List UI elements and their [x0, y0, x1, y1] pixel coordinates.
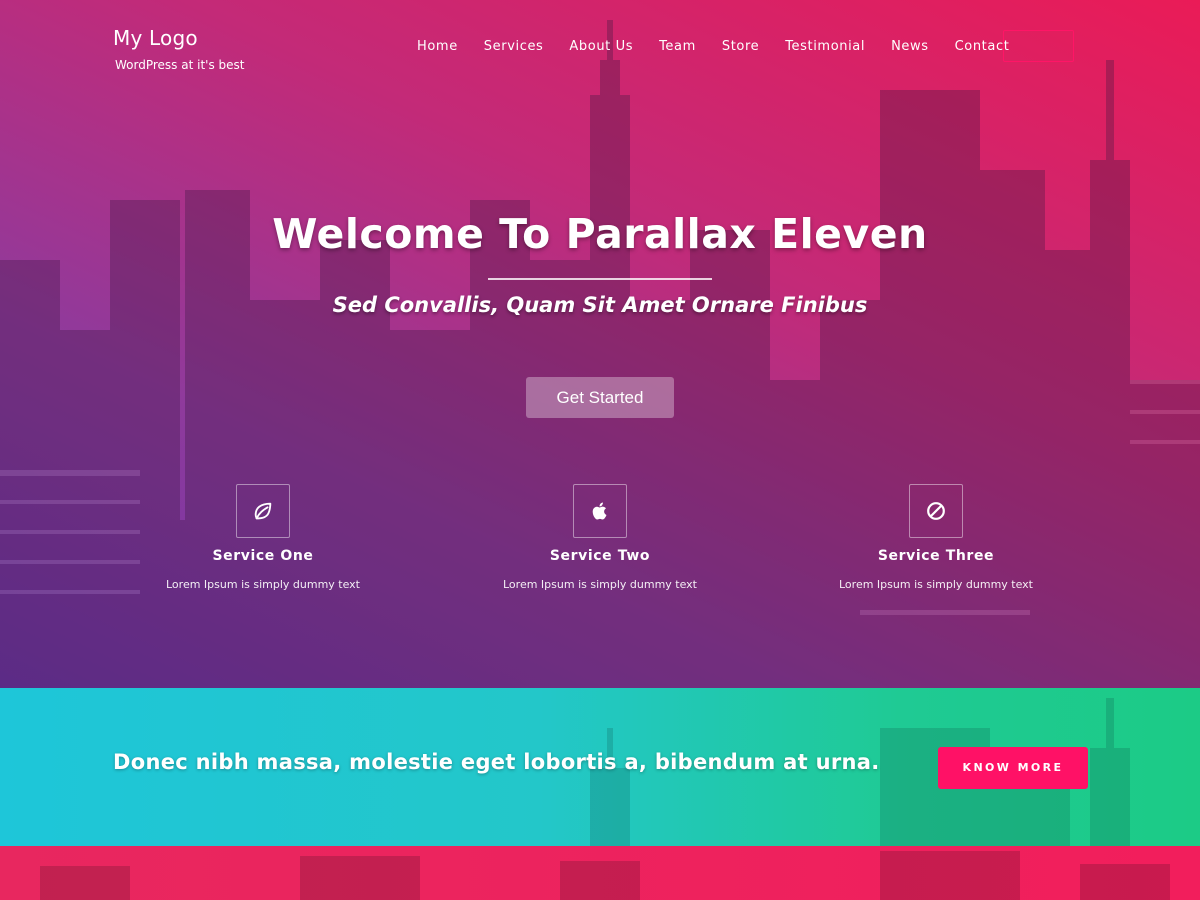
nav-services[interactable]: Services: [484, 38, 544, 56]
nav-team[interactable]: Team: [659, 38, 696, 56]
service-three[interactable]: Service Three Lorem Ipsum is simply dumm…: [806, 484, 1066, 591]
logo-title[interactable]: My Logo: [113, 26, 198, 50]
nav-news[interactable]: News: [891, 38, 929, 56]
leaf-icon: [236, 484, 290, 538]
nav-testimonial[interactable]: Testimonial: [785, 38, 865, 56]
service-title: Service One: [212, 548, 314, 564]
apple-icon: [573, 484, 627, 538]
strip-skyline-background: [40, 851, 1170, 900]
main-nav: Home Services About Us Team Store Testim…: [417, 38, 1035, 56]
next-section-strip: [0, 846, 1200, 900]
hero-divider: [488, 278, 712, 280]
know-more-button[interactable]: KNOW MORE: [938, 747, 1088, 789]
hero-title: Welcome To Parallax Eleven: [272, 210, 928, 258]
hero-subtitle: Sed Convallis, Quam Sit Amet Ornare Fini…: [332, 293, 868, 317]
service-one[interactable]: Service One Lorem Ipsum is simply dummy …: [133, 484, 393, 591]
ban-icon: [909, 484, 963, 538]
nav-about-us[interactable]: About Us: [569, 38, 633, 56]
callout-band: Donec nibh massa, molestie eget lobortis…: [0, 688, 1200, 846]
service-desc: Lorem Ipsum is simply dummy text: [503, 578, 697, 591]
nav-home[interactable]: Home: [417, 38, 458, 56]
get-started-button[interactable]: Get Started: [526, 377, 674, 418]
service-desc: Lorem Ipsum is simply dummy text: [166, 578, 360, 591]
nav-store[interactable]: Store: [722, 38, 759, 56]
service-desc: Lorem Ipsum is simply dummy text: [839, 578, 1033, 591]
header-outline-button[interactable]: [1003, 30, 1074, 62]
service-title: Service Three: [877, 548, 995, 564]
callout-text: Donec nibh massa, molestie eget lobortis…: [113, 750, 880, 774]
logo-tagline: WordPress at it's best: [115, 58, 245, 72]
hero-section: My Logo WordPress at it's best Home Serv…: [0, 0, 1200, 688]
service-two[interactable]: Service Two Lorem Ipsum is simply dummy …: [470, 484, 730, 591]
nav-contact[interactable]: Contact: [955, 38, 1010, 56]
service-title: Service Two: [549, 548, 651, 564]
